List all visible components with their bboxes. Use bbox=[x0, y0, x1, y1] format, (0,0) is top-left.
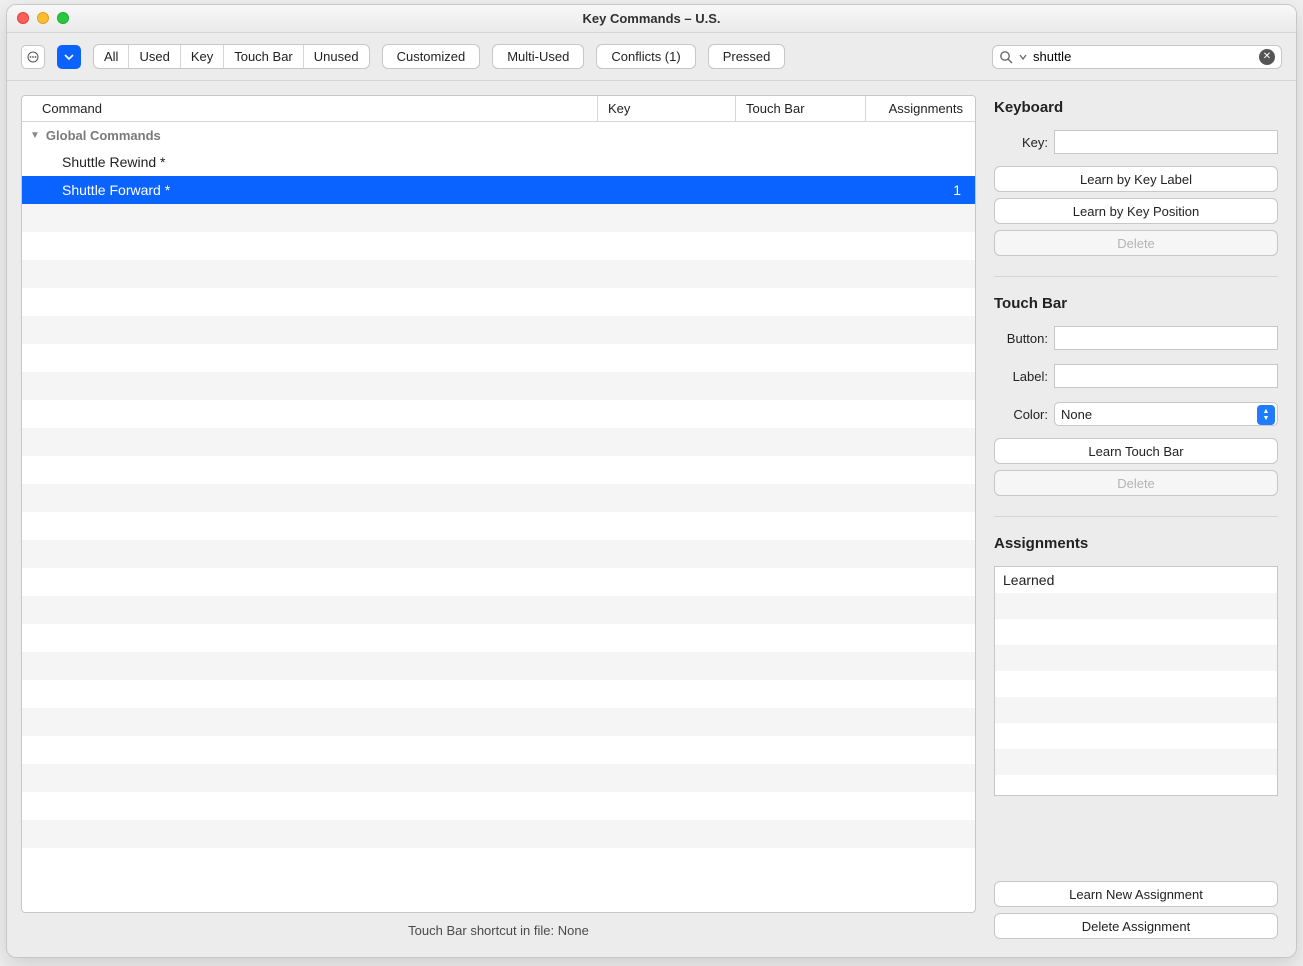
chevron-down-icon bbox=[64, 52, 74, 62]
th-assignments[interactable]: Assignments bbox=[865, 96, 975, 121]
cell-assign: 1 bbox=[865, 182, 975, 198]
filter-key[interactable]: Key bbox=[180, 45, 223, 68]
keyboard-section-title: Keyboard bbox=[994, 99, 1278, 116]
table-header: Command Key Touch Bar Assignments bbox=[22, 96, 975, 122]
minimize-icon[interactable] bbox=[37, 12, 49, 24]
customized-button[interactable]: Customized bbox=[382, 44, 481, 69]
search-input[interactable] bbox=[1033, 49, 1253, 64]
learn-by-key-label-button[interactable]: Learn by Key Label bbox=[994, 166, 1278, 192]
window-controls bbox=[17, 12, 69, 24]
disclosure-triangle-icon[interactable]: ▼ bbox=[30, 130, 40, 141]
search-icon bbox=[999, 50, 1013, 64]
th-key[interactable]: Key bbox=[597, 96, 735, 121]
learn-by-key-position-button[interactable]: Learn by Key Position bbox=[994, 198, 1278, 224]
titlebar: Key Commands – U.S. bbox=[7, 5, 1296, 33]
pressed-button[interactable]: Pressed bbox=[708, 44, 786, 69]
filter-unused[interactable]: Unused bbox=[303, 45, 369, 68]
delete-key-button: Delete bbox=[994, 230, 1278, 256]
label-label: Label: bbox=[994, 369, 1048, 384]
filter-used[interactable]: Used bbox=[128, 45, 179, 68]
cell-command: Shuttle Forward * bbox=[22, 182, 597, 198]
assignments-section-title: Assignments bbox=[994, 535, 1278, 552]
zoom-icon[interactable] bbox=[57, 12, 69, 24]
color-select[interactable]: None ▲▼ bbox=[1054, 402, 1278, 426]
command-table[interactable]: Command Key Touch Bar Assignments ▼ Glob… bbox=[21, 95, 976, 913]
conflicts-button[interactable]: Conflicts (1) bbox=[596, 44, 695, 69]
cell-command: Shuttle Rewind * bbox=[22, 154, 597, 170]
key-field[interactable] bbox=[1054, 130, 1278, 154]
delete-assignment-button[interactable]: Delete Assignment bbox=[994, 913, 1278, 939]
key-label: Key: bbox=[994, 135, 1048, 150]
chevron-down-icon bbox=[1019, 53, 1027, 61]
dropdown-toggle[interactable] bbox=[57, 45, 81, 69]
status-text: Touch Bar shortcut in file: None bbox=[21, 917, 976, 943]
th-command[interactable]: Command bbox=[22, 96, 597, 121]
group-row[interactable]: ▼ Global Commands bbox=[22, 122, 975, 148]
ellipsis-icon bbox=[26, 51, 40, 63]
th-touch-bar[interactable]: Touch Bar bbox=[735, 96, 865, 121]
inspector-panel: Keyboard Key: Learn by Key Label Learn b… bbox=[990, 95, 1282, 943]
window-title: Key Commands – U.S. bbox=[583, 11, 721, 26]
command-list-pane: Command Key Touch Bar Assignments ▼ Glob… bbox=[21, 95, 976, 943]
clear-search-icon[interactable]: ✕ bbox=[1259, 49, 1275, 65]
color-value: None bbox=[1061, 407, 1092, 422]
search-field[interactable]: ✕ bbox=[992, 45, 1282, 69]
key-commands-window: Key Commands – U.S. All Used Key Touch B… bbox=[6, 4, 1297, 958]
toolbar: All Used Key Touch Bar Unused Customized… bbox=[7, 33, 1296, 81]
delete-touch-bar-button: Delete bbox=[994, 470, 1278, 496]
touchbar-button-field[interactable] bbox=[1054, 326, 1278, 350]
group-label: Global Commands bbox=[46, 128, 161, 143]
color-label: Color: bbox=[994, 407, 1048, 422]
select-arrows-icon: ▲▼ bbox=[1257, 405, 1275, 425]
filter-segment: All Used Key Touch Bar Unused bbox=[93, 44, 370, 69]
close-icon[interactable] bbox=[17, 12, 29, 24]
learn-touch-bar-button[interactable]: Learn Touch Bar bbox=[994, 438, 1278, 464]
empty-rows bbox=[22, 204, 975, 876]
table-row[interactable]: Shuttle Rewind * bbox=[22, 148, 975, 176]
filter-touch-bar[interactable]: Touch Bar bbox=[223, 45, 303, 68]
assignments-list[interactable]: Learned bbox=[994, 566, 1278, 796]
learn-new-assignment-button[interactable]: Learn New Assignment bbox=[994, 881, 1278, 907]
main-content: Command Key Touch Bar Assignments ▼ Glob… bbox=[7, 81, 1296, 957]
options-menu-button[interactable] bbox=[21, 45, 45, 69]
touchbar-section-title: Touch Bar bbox=[994, 295, 1278, 312]
table-row[interactable]: Shuttle Forward * 1 bbox=[22, 176, 975, 204]
multi-used-button[interactable]: Multi-Used bbox=[492, 44, 584, 69]
assignment-item[interactable]: Learned bbox=[995, 567, 1277, 593]
button-label: Button: bbox=[994, 331, 1048, 346]
touchbar-label-field[interactable] bbox=[1054, 364, 1278, 388]
filter-all[interactable]: All bbox=[94, 45, 128, 68]
